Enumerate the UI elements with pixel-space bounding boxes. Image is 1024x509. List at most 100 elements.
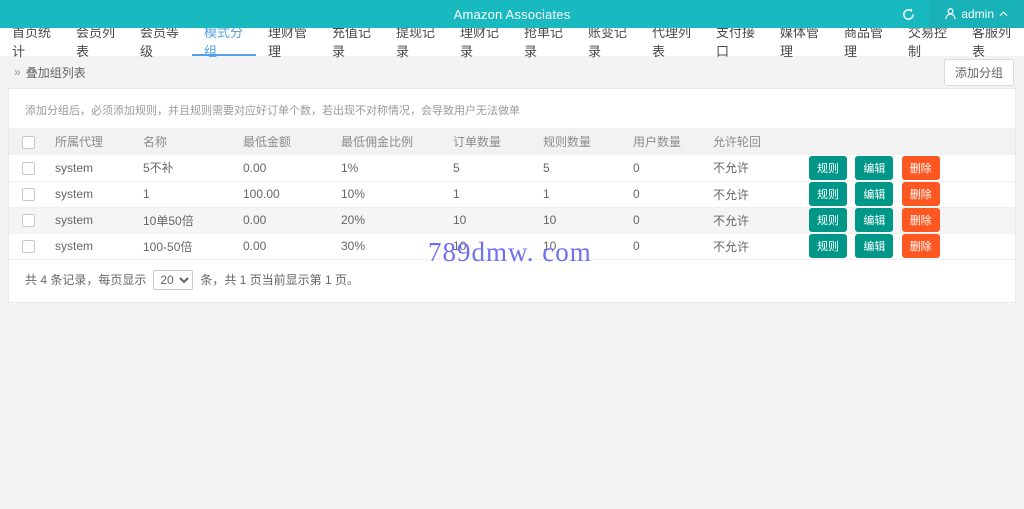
cell-actions: 规则 编辑 删除 <box>801 233 1015 259</box>
nav-item-withdraw-record[interactable]: 提现记录 <box>384 28 448 56</box>
delete-button[interactable]: 删除 <box>902 182 940 206</box>
col-header-min-amount: 最低金额 <box>235 128 333 155</box>
nav-item-member-list[interactable]: 会员列表 <box>64 28 128 56</box>
group-table: 所属代理 名称 最低金额 最低佣金比例 订单数量 规则数量 用户数量 允许轮回 … <box>9 128 1015 260</box>
cell-order-count: 5 <box>445 155 535 181</box>
nav-item-mode-group[interactable]: 模式分组 <box>192 28 256 56</box>
pagination-text-after: 条，共 1 页当前显示第 1 页。 <box>200 271 359 288</box>
nav-item-product-manage[interactable]: 商品管理 <box>832 28 896 56</box>
edit-button[interactable]: 编辑 <box>855 156 893 180</box>
edit-button[interactable]: 编辑 <box>855 208 893 232</box>
row-checkbox-cell <box>9 207 47 233</box>
app-header: Amazon Associates admin <box>0 0 1024 28</box>
row-checkbox-cell <box>9 155 47 181</box>
cell-actions: 规则 编辑 删除 <box>801 207 1015 233</box>
user-name: admin <box>961 7 994 21</box>
cell-order-count: 10 <box>445 207 535 233</box>
refresh-button[interactable] <box>887 0 929 28</box>
col-header-agent: 所属代理 <box>47 128 135 155</box>
pagination-bar: 共 4 条记录，每页显示 20 条，共 1 页当前显示第 1 页。 <box>9 260 1015 302</box>
col-header-rule-count: 规则数量 <box>535 128 625 155</box>
cell-min-amount: 0.00 <box>235 155 333 181</box>
nav-item-trade-control[interactable]: 交易控制 <box>896 28 960 56</box>
content-card: 添加分组后，必须添加规则，并且规则需要对应好订单个数，若出现不对称情况，会导致用… <box>8 88 1016 303</box>
col-header-min-commission: 最低佣金比例 <box>333 128 445 155</box>
cell-min-commission: 1% <box>333 155 445 181</box>
nav-item-recharge-record[interactable]: 充值记录 <box>320 28 384 56</box>
user-icon <box>945 8 956 20</box>
cell-min-amount: 100.00 <box>235 181 333 207</box>
cell-rule-count: 1 <box>535 181 625 207</box>
cell-order-count: 1 <box>445 181 535 207</box>
cell-min-commission: 20% <box>333 207 445 233</box>
breadcrumb: » 叠加组列表 <box>14 64 86 81</box>
edit-button[interactable]: 编辑 <box>855 182 893 206</box>
header-right: admin <box>887 0 1024 28</box>
nav-item-member-level[interactable]: 会员等级 <box>128 28 192 56</box>
nav-item-payment-api[interactable]: 支付接口 <box>704 28 768 56</box>
chevron-up-icon <box>999 11 1008 17</box>
app-title: Amazon Associates <box>454 7 571 22</box>
nav-item-finance-record[interactable]: 理财记录 <box>448 28 512 56</box>
rule-button[interactable]: 规则 <box>809 156 847 180</box>
table-row: system 10单50倍 0.00 20% 10 10 0 不允许 规则 编辑… <box>9 207 1015 233</box>
cell-name: 10单50倍 <box>135 207 235 233</box>
row-checkbox[interactable] <box>22 162 35 175</box>
breadcrumb-bar: » 叠加组列表 添加分组 <box>0 56 1024 88</box>
cell-rule-count: 5 <box>535 155 625 181</box>
rule-button[interactable]: 规则 <box>809 182 847 206</box>
help-note: 添加分组后，必须添加规则，并且规则需要对应好订单个数，若出现不对称情况，会导致用… <box>25 102 999 118</box>
cell-user-count: 0 <box>625 233 705 259</box>
table-header-row: 所属代理 名称 最低金额 最低佣金比例 订单数量 规则数量 用户数量 允许轮回 <box>9 128 1015 155</box>
cell-name: 5不补 <box>135 155 235 181</box>
cell-actions: 规则 编辑 删除 <box>801 181 1015 207</box>
cell-rebate: 不允许 <box>705 155 801 181</box>
cell-agent: system <box>47 233 135 259</box>
cell-agent: system <box>47 207 135 233</box>
rule-button[interactable]: 规则 <box>809 234 847 258</box>
row-checkbox-cell <box>9 233 47 259</box>
row-checkbox[interactable] <box>22 214 35 227</box>
nav-item-account-change[interactable]: 账变记录 <box>576 28 640 56</box>
per-page-select[interactable]: 20 <box>153 270 193 290</box>
nav-item-agent-list[interactable]: 代理列表 <box>640 28 704 56</box>
page-title: 叠加组列表 <box>26 64 86 81</box>
row-checkbox-cell <box>9 181 47 207</box>
cell-user-count: 0 <box>625 181 705 207</box>
col-header-actions <box>801 128 1015 155</box>
cell-agent: system <box>47 155 135 181</box>
cell-min-amount: 0.00 <box>235 207 333 233</box>
col-header-rebate: 允许轮回 <box>705 128 801 155</box>
cell-order-count: 10 <box>445 233 535 259</box>
select-all-checkbox[interactable] <box>22 136 35 149</box>
refresh-icon <box>902 8 915 21</box>
col-header-order-count: 订单数量 <box>445 128 535 155</box>
breadcrumb-chevron-icon: » <box>14 65 21 79</box>
row-checkbox[interactable] <box>22 188 35 201</box>
cell-agent: system <box>47 181 135 207</box>
nav-item-support-list[interactable]: 客服列表 <box>960 28 1024 56</box>
nav-item-finance-manage[interactable]: 理财管理 <box>256 28 320 56</box>
col-header-user-count: 用户数量 <box>625 128 705 155</box>
cell-rule-count: 10 <box>535 233 625 259</box>
header-checkbox-cell <box>9 128 47 155</box>
rule-button[interactable]: 规则 <box>809 208 847 232</box>
cell-rebate: 不允许 <box>705 181 801 207</box>
main-nav: 首页统计 会员列表 会员等级 模式分组 理财管理 充值记录 提现记录 理财记录 … <box>0 28 1024 56</box>
user-menu[interactable]: admin <box>929 0 1024 28</box>
cell-min-commission: 10% <box>333 181 445 207</box>
pagination-text-before: 共 4 条记录，每页显示 <box>25 271 146 288</box>
table-row: system 5不补 0.00 1% 5 5 0 不允许 规则 编辑 删除 <box>9 155 1015 181</box>
edit-button[interactable]: 编辑 <box>855 234 893 258</box>
row-checkbox[interactable] <box>22 240 35 253</box>
cell-rebate: 不允许 <box>705 207 801 233</box>
delete-button[interactable]: 删除 <box>902 208 940 232</box>
cell-rule-count: 10 <box>535 207 625 233</box>
nav-item-grab-record[interactable]: 抢单记录 <box>512 28 576 56</box>
cell-name: 100-50倍 <box>135 233 235 259</box>
delete-button[interactable]: 删除 <box>902 156 940 180</box>
nav-item-media-manage[interactable]: 媒体管理 <box>768 28 832 56</box>
add-group-button[interactable]: 添加分组 <box>944 59 1014 86</box>
nav-item-home-stats[interactable]: 首页统计 <box>0 28 64 56</box>
delete-button[interactable]: 删除 <box>902 234 940 258</box>
